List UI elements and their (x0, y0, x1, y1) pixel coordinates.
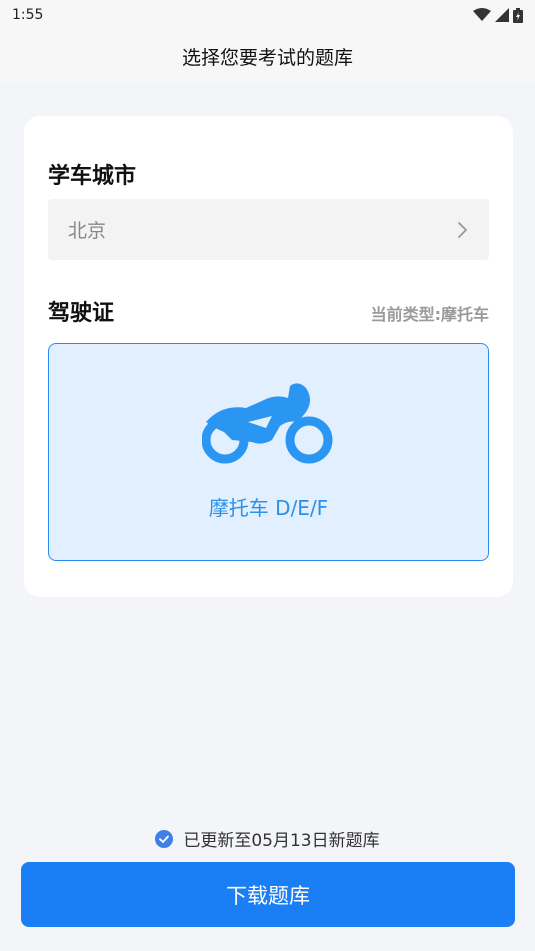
city-select-value: 北京 (68, 220, 107, 242)
motorcycle-icon (202, 383, 333, 464)
check-circle-icon (155, 829, 174, 848)
license-option-motorcycle[interactable]: 摩托车 D/E/F (48, 343, 489, 561)
page-header: 选择您要考试的题库 (0, 30, 535, 82)
signal-icon (495, 8, 509, 22)
status-icons (473, 7, 523, 23)
city-select[interactable]: 北京 (48, 199, 489, 260)
selection-card: 学车城市 北京 驾驶证 当前类型:摩托车 摩托车 D/E/F (24, 116, 513, 597)
license-option-label: 摩托车 D/E/F (208, 496, 329, 520)
current-type-label: 当前类型:摩托车 (370, 305, 489, 324)
chevron-right-icon (458, 221, 467, 238)
city-section-title: 学车城市 (48, 164, 137, 189)
status-bar: 1:55 (0, 0, 535, 30)
status-time: 1:55 (12, 7, 44, 23)
page-title: 选择您要考试的题库 (181, 46, 353, 69)
license-section-title: 驾驶证 (48, 301, 115, 326)
update-text: 已更新至05月13日新题库 (183, 831, 380, 851)
wifi-icon (473, 8, 491, 21)
update-status: 已更新至05月13日新题库 (0, 826, 535, 851)
battery-icon (513, 7, 523, 23)
download-button[interactable]: 下载题库 (21, 862, 515, 927)
